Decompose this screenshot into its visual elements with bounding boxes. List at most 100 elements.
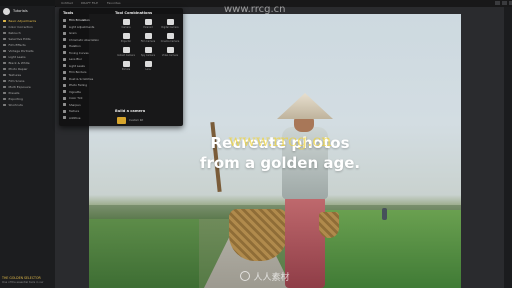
sidebar-list: Basic Adjustments Color Correction Retouch…	[3, 18, 53, 108]
combo-item[interactable]: Digital Camera	[159, 18, 181, 32]
tool-label: Film Emulation	[69, 18, 90, 23]
tool-label: Photo Fading	[69, 83, 88, 88]
sidebar-item-label: Black & White	[8, 61, 30, 65]
watermark-bottom: 人人素材	[225, 270, 305, 283]
tutorials-sidebar: Tutorials Basic Adjustments Color Correct…	[0, 6, 56, 288]
watermark-top: www.rrcg.cn	[224, 4, 286, 15]
tool-label: Halation	[69, 44, 81, 49]
top-tab[interactable]: Favorites	[107, 1, 121, 5]
tool-icon	[63, 109, 66, 113]
tutorial-icon	[3, 49, 6, 53]
sidebar-item-label: Textures	[8, 73, 22, 77]
tool-icon	[63, 18, 66, 22]
sidebar-title: Tutorials	[13, 9, 28, 13]
basket-right	[319, 212, 339, 238]
combo-item[interactable]: Instant Camera	[115, 46, 137, 60]
combo-label: Spy Camera	[140, 54, 156, 57]
tool-icon	[63, 25, 66, 29]
sidebar-item[interactable]: Shortcuts	[3, 102, 53, 108]
tool-icon	[63, 38, 66, 42]
camera-icon	[144, 61, 152, 67]
tool-label: Toning Curves	[69, 50, 89, 55]
tool-icon	[63, 70, 66, 74]
rice-field-left	[89, 219, 199, 288]
camera-icon	[122, 33, 130, 39]
tool-icon	[63, 103, 66, 107]
combo-item[interactable]: Polaroid	[137, 18, 159, 32]
combo-label: Camera	[121, 26, 131, 29]
camera-icon	[122, 19, 130, 25]
top-tab[interactable]: DRAFT FILE	[81, 1, 98, 5]
combos-heading: Tool Combinations	[115, 11, 153, 15]
combo-item[interactable]: Spy Camera	[137, 46, 159, 60]
combo-item[interactable]: Camera	[115, 18, 137, 32]
tutorial-icon	[3, 25, 6, 29]
tool-icon	[63, 116, 66, 120]
combo-label: Instant Camera	[117, 54, 135, 57]
watermark-logo-icon	[240, 271, 251, 281]
tool-label: Grain	[69, 31, 77, 36]
top-tab[interactable]: Untitled	[61, 1, 73, 5]
basket-left	[229, 209, 287, 261]
distant-person	[382, 208, 387, 220]
tool-icon	[63, 90, 66, 94]
tool-label: Light Adjustments	[69, 24, 95, 29]
build-camera-item[interactable]: Custom Kit	[117, 117, 143, 124]
combo-item[interactable]: Projector	[115, 32, 137, 46]
combo-label: Video Camera	[161, 54, 179, 57]
build-item-label: Custom Kit	[129, 119, 144, 122]
combo-label: Cinema Camera	[160, 40, 180, 43]
tutorial-icon	[3, 43, 6, 47]
headline-line-2: from a golden age.	[199, 154, 361, 172]
tutorial-icon	[3, 19, 6, 23]
sidebar-item-label: Vintage Portraits	[8, 49, 34, 53]
camera-icon	[166, 33, 174, 39]
tool-icon	[63, 83, 66, 87]
app-logo-icon	[3, 8, 10, 15]
tutorial-icon	[3, 55, 6, 59]
tutorial-icon	[3, 61, 6, 65]
tool-item[interactable]: Additive	[63, 115, 113, 122]
watermark-center: www.rrcg.cn	[228, 131, 332, 150]
combo-label: Film Camera	[140, 40, 156, 43]
combo-item[interactable]: Film Camera	[137, 32, 159, 46]
tool-icon	[63, 57, 66, 61]
tutorial-icon	[3, 97, 6, 101]
combo-label: Pinhole	[121, 68, 131, 71]
tool-label: Additive	[69, 115, 81, 120]
sidebar-item-label: Selective Edits	[8, 37, 31, 41]
tutorial-icon	[3, 31, 6, 35]
combo-label: Projector	[120, 40, 132, 43]
tool-label: Texture	[69, 109, 80, 114]
combo-label: Lens	[145, 68, 151, 71]
camera-icon	[166, 19, 174, 25]
combo-item[interactable]: Video Camera	[159, 46, 181, 60]
maximize-icon[interactable]	[502, 1, 507, 5]
tool-icon	[63, 77, 66, 81]
sidebar-header: Tutorials	[3, 8, 53, 16]
sidebar-item-label: Light Leaks	[8, 55, 26, 59]
tools-list: Film Emulation Light Adjustments Grain Chro…	[63, 17, 113, 121]
tool-label: Color Tint	[69, 96, 83, 101]
camera-icon	[122, 47, 130, 53]
tutorial-icon	[3, 79, 6, 83]
combos-grid: Camera Polaroid Digital Camera Projector Fil…	[115, 18, 179, 74]
sidebar-item-label: Photo Repair	[8, 67, 28, 71]
sidebar-item-label: Exporting	[8, 97, 23, 101]
tool-icon	[63, 44, 66, 48]
tutorial-icon	[3, 85, 6, 89]
camera-icon	[144, 33, 152, 39]
tool-label: Light Leaks	[69, 63, 85, 68]
camera-icon	[144, 19, 152, 25]
combo-item[interactable]: Cinema Camera	[159, 32, 181, 46]
sidebar-item-label: Basic Adjustments	[8, 19, 37, 23]
sidebar-item-label: Multi Exposure	[8, 85, 31, 89]
minimize-icon[interactable]	[495, 1, 500, 5]
combo-item[interactable]: Pinhole	[115, 60, 137, 74]
tool-icon	[63, 31, 66, 35]
tool-icon	[63, 96, 66, 100]
tools-menu: Tools Film Emulation Light Adjustments Gra…	[59, 8, 183, 126]
combo-item[interactable]: Lens	[137, 60, 159, 74]
tutorial-icon	[3, 73, 6, 77]
tool-label: Sharpen	[69, 102, 81, 107]
